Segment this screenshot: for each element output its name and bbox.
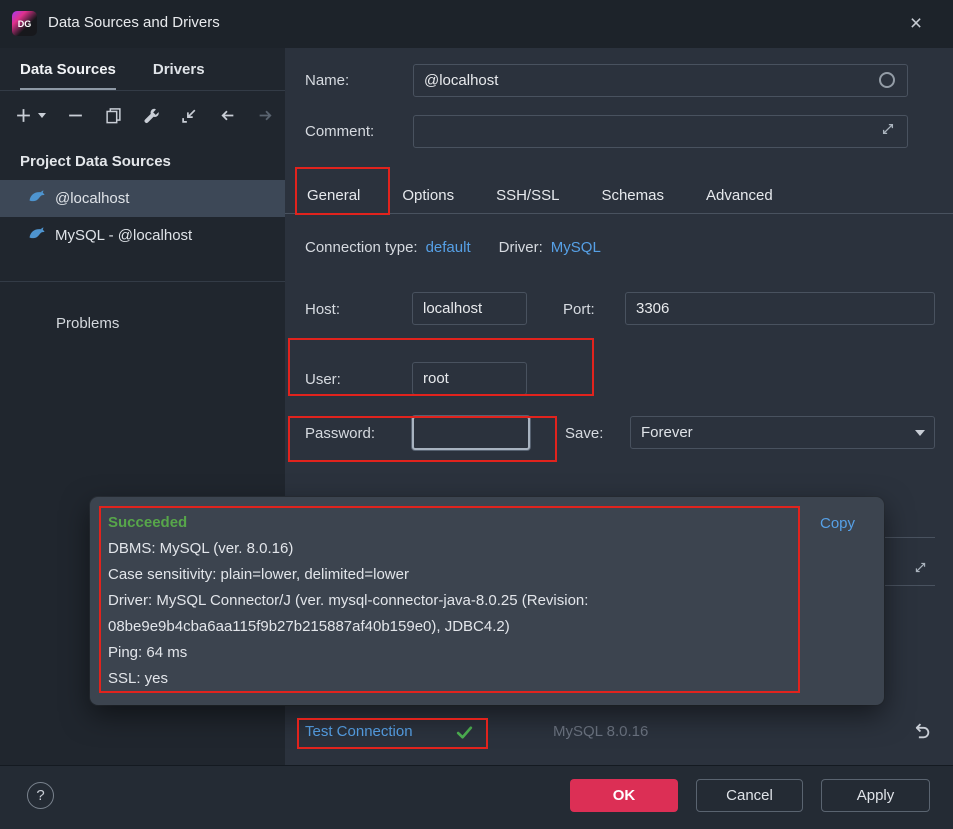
popup-line: 08be9e9b4cba6aa115f9b27b215887af40b159e0… [108,618,510,635]
project-data-sources-heading: Project Data Sources [20,153,171,170]
driver-label: Driver: [498,239,543,256]
tab-drivers[interactable]: Drivers [153,48,205,90]
list-item-localhost[interactable]: @localhost [0,180,285,217]
comment-label: Comment: [305,122,375,140]
mysql-dolphin-icon [28,188,46,210]
problems-section[interactable]: Problems [56,310,119,336]
back-arrow-icon[interactable] [218,106,237,125]
test-connection-link[interactable]: Test Connection [305,723,413,740]
help-button[interactable]: ? [27,782,54,809]
connection-type-label: Connection type: [305,239,418,256]
chevron-down-icon [915,430,925,436]
port-label: Port: [563,300,595,318]
hidden-field-fragment [884,552,935,586]
datagrip-app-icon: DG [12,11,37,36]
name-label: Name: [305,71,350,89]
driver-value[interactable]: MySQL [551,239,601,256]
import-icon[interactable] [180,106,199,125]
save-label: Save: [565,424,604,442]
hidden-field-fragment [884,519,935,538]
host-input[interactable] [412,292,527,325]
settings-tabbar: General Options SSH/SSL Schemas Advanced [285,178,953,214]
host-label: Host: [305,300,341,318]
popup-line: SSL: yes [108,670,169,687]
popup-line: Case sensitivity: plain=lower, delimited… [108,566,409,583]
user-label: User: [305,370,341,388]
add-dropdown-icon[interactable] [38,106,47,125]
titlebar: DG Data Sources and Drivers × [0,0,953,48]
connection-type-value[interactable]: default [426,239,471,256]
sidebar-toolbar [14,100,275,130]
loading-spinner-icon [879,72,895,88]
tab-general[interactable]: General [307,178,360,213]
data-source-list: @localhost MySQL - @localhost [0,180,285,254]
dbms-version-text: MySQL 8.0.16 [553,723,649,740]
apply-button[interactable]: Apply [821,779,930,812]
tab-schemas[interactable]: Schemas [601,178,664,213]
list-item-label: MySQL - @localhost [55,227,193,244]
sidebar-divider [0,281,285,282]
save-dropdown[interactable]: Forever [630,416,935,449]
popup-line: DBMS: MySQL (ver. 8.0.16) [108,540,294,557]
port-input[interactable] [625,292,935,325]
list-item-mysql-localhost[interactable]: MySQL - @localhost [0,217,285,254]
add-icon[interactable] [14,106,33,125]
properties-wrench-icon[interactable] [142,106,161,125]
forward-arrow-icon[interactable] [256,106,275,125]
remove-icon[interactable] [66,106,85,125]
duplicate-icon[interactable] [104,106,123,125]
save-dropdown-value: Forever [641,424,693,441]
connection-result-popup: Succeeded DBMS: MySQL (ver. 8.0.16) Case… [90,497,884,705]
cancel-button[interactable]: Cancel [696,779,803,812]
data-sources-dialog: DG Data Sources and Drivers × Data Sourc… [0,0,953,829]
sidebar-tabbar: Data Sources Drivers [0,48,285,91]
success-check-icon [455,723,474,742]
user-input[interactable] [412,362,527,395]
close-icon[interactable]: × [901,9,931,39]
name-input[interactable] [413,64,908,97]
ok-button[interactable]: OK [570,779,678,812]
comment-input[interactable] [413,115,908,148]
popup-line: Driver: MySQL Connector/J (ver. mysql-co… [108,592,589,609]
list-item-label: @localhost [55,190,130,207]
revert-icon[interactable] [910,720,932,742]
password-input[interactable] [412,416,530,450]
mysql-dolphin-icon [28,225,46,247]
tab-advanced[interactable]: Advanced [706,178,773,213]
expand-editor-icon [914,561,927,574]
connection-status: Succeeded [108,514,188,531]
password-label: Password: [305,424,376,442]
tab-ssh-ssl[interactable]: SSH/SSL [496,178,559,213]
tab-options[interactable]: Options [402,178,454,213]
copy-link[interactable]: Copy [820,511,855,537]
connection-type-row: Connection type: default Driver: MySQL [305,239,601,256]
tab-data-sources[interactable]: Data Sources [20,48,116,90]
window-title: Data Sources and Drivers [48,14,220,31]
popup-line: Ping: 64 ms [108,644,188,661]
bottom-bar: ? OK Cancel Apply [0,765,953,829]
expand-editor-icon[interactable] [881,122,895,136]
